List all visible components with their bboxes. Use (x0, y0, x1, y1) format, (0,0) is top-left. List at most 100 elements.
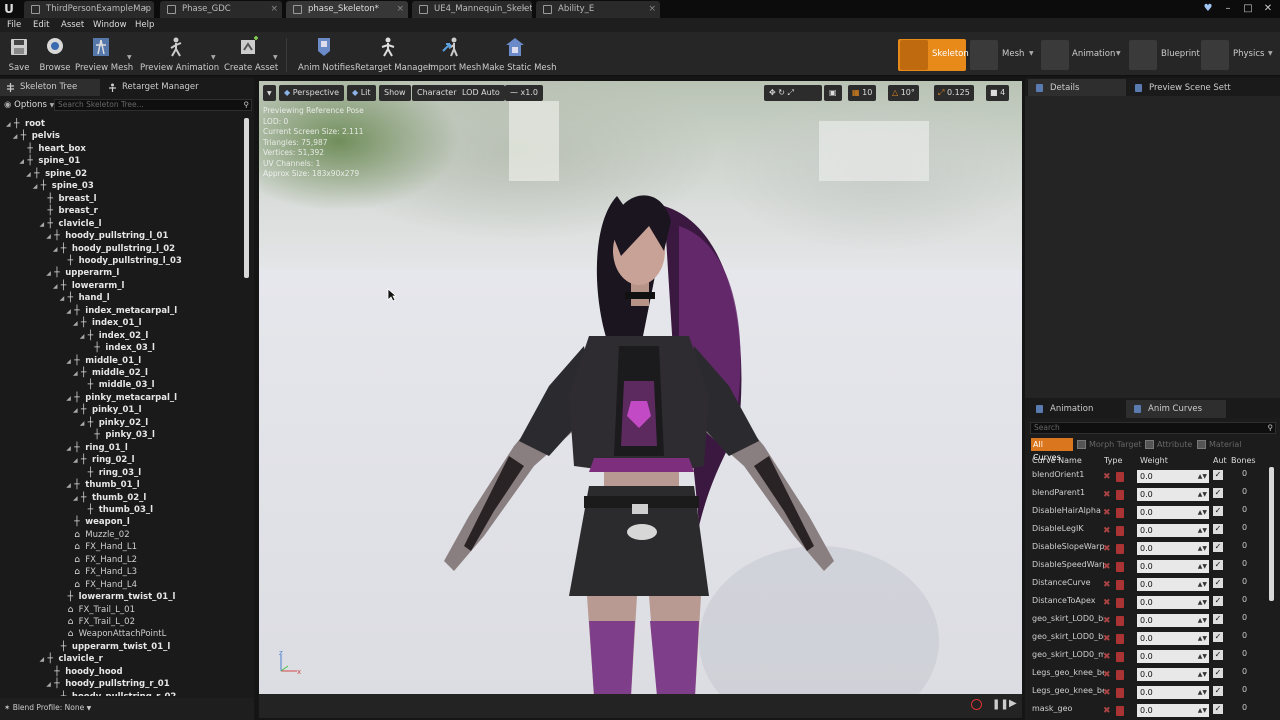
tab-details[interactable]: Details (1028, 79, 1126, 97)
chevron-down-icon[interactable]: ▼ (273, 54, 278, 61)
filter-attribute[interactable]: Attribute (1145, 438, 1192, 451)
preview-animation-button[interactable]: Preview Animation (140, 34, 219, 76)
curve-row[interactable]: geo_skirt_LOD0_bi ✖ 0.0 ▲▼ ✓ 0 (1030, 629, 1270, 647)
bone-row[interactable]: ◢ ┼ spine_03 (33, 180, 94, 192)
chevron-down-icon[interactable]: ▼ (1029, 50, 1034, 57)
bone-row[interactable]: ◢ ┼ hoody_pullstring_r_01 (46, 678, 169, 690)
bone-row[interactable]: ◢ ┼ hand_l (60, 292, 110, 304)
retarget-manager-button[interactable]: Retarget Manager (355, 34, 432, 76)
bone-row[interactable]: ◢ ┼ clavicle_l (40, 218, 102, 230)
chevron-down-icon[interactable]: ▼ (211, 54, 216, 61)
weight-field[interactable]: 0.0 ▲▼ (1137, 542, 1209, 555)
curve-row[interactable]: DisableLegIK ✖ 0.0 ▲▼ ✓ 0 (1030, 521, 1270, 539)
expand-arrow-icon[interactable]: ◢ (46, 231, 54, 243)
play-icon[interactable]: ▶ (1009, 698, 1017, 709)
bone-row[interactable]: ┼ hoody_hood (46, 666, 122, 678)
bone-row[interactable]: ◢ ┼ index_01_l (73, 317, 142, 329)
curve-row[interactable]: blendOrient1 ✖ 0.0 ▲▼ ✓ 0 (1030, 467, 1270, 485)
curves-search-input[interactable]: Search ⚲ (1030, 422, 1276, 434)
socket-row[interactable]: ⌂ FX_Hand_L1 (66, 541, 137, 553)
bone-row[interactable]: ┼ pinky_03_l (86, 429, 155, 441)
auto-checkbox[interactable]: ✓ (1213, 614, 1223, 624)
bone-row[interactable]: ◢ ┼ middle_01_l (66, 355, 141, 367)
character-button[interactable]: Character (412, 85, 462, 101)
expand-arrow-icon[interactable]: ◢ (73, 405, 81, 417)
auto-checkbox[interactable]: ✓ (1213, 686, 1223, 696)
auto-checkbox[interactable]: ✓ (1213, 632, 1223, 642)
close-window-button[interactable]: ✕ (1260, 1, 1276, 16)
curve-row[interactable]: Legs_geo_knee_be ✖ 0.0 ▲▼ ✓ 0 (1030, 665, 1270, 683)
bone-row[interactable]: ┼ index_03_l (86, 342, 155, 354)
auto-checkbox[interactable]: ✓ (1213, 596, 1223, 606)
chevron-down-icon[interactable]: ▼ (1116, 50, 1121, 57)
tab-preview-scene-settings[interactable]: Preview Scene Sett (1127, 79, 1247, 97)
weight-field[interactable]: 0.0 ▲▼ (1137, 560, 1209, 573)
auto-checkbox[interactable]: ✓ (1213, 542, 1223, 552)
skeleton-search-input[interactable]: Search Skeleton Tree... ⚲ (54, 99, 252, 111)
bone-row[interactable]: ◢ ┼ index_metacarpal_l (66, 305, 177, 317)
bone-row[interactable]: ◢ ┼ index_02_l (80, 330, 149, 342)
expand-arrow-icon[interactable]: ◢ (46, 268, 54, 280)
menu-help[interactable]: Help (135, 19, 154, 32)
expand-arrow-icon[interactable]: ◢ (40, 654, 48, 666)
bone-row[interactable]: ◢ ┼ clavicle_r (40, 653, 103, 665)
bone-row[interactable]: ┼ heart_box (19, 143, 85, 155)
filter-morph-target[interactable]: Morph Target (1077, 438, 1142, 451)
filter-all-curves[interactable]: All Curves (1031, 438, 1073, 462)
expand-arrow-icon[interactable]: ◢ (13, 131, 21, 143)
bone-row[interactable]: ◢ ┼ thumb_02_l (73, 492, 146, 504)
auto-checkbox[interactable]: ✓ (1213, 506, 1223, 516)
curve-row[interactable]: DisableHairAlpha ✖ 0.0 ▲▼ ✓ 0 (1030, 503, 1270, 521)
mode-skeleton[interactable]: Skeleton (898, 39, 969, 71)
tab-phase-gdc[interactable]: Phase_GDC × (160, 1, 282, 18)
expand-arrow-icon[interactable]: ◢ (53, 244, 61, 256)
column-auto[interactable]: Aut (1213, 455, 1227, 467)
expand-arrow-icon[interactable]: ◢ (80, 331, 88, 343)
bone-row[interactable]: ┼ breast_l (40, 193, 97, 205)
weight-field[interactable]: 0.0 ▲▼ (1137, 686, 1209, 699)
auto-checkbox[interactable]: ✓ (1213, 578, 1223, 588)
weight-field[interactable]: 0.0 ▲▼ (1137, 524, 1209, 537)
options-dropdown[interactable]: ◉ Options ▼ (4, 99, 54, 111)
expand-arrow-icon[interactable]: ◢ (73, 455, 81, 467)
curve-row[interactable]: mask_geo ✖ 0.0 ▲▼ ✓ 0 (1030, 701, 1270, 719)
tab-anim-curves[interactable]: Anim Curves (1126, 400, 1226, 418)
expand-arrow-icon[interactable]: ◢ (46, 679, 54, 691)
bone-row[interactable]: ◢ ┼ spine_01 (19, 155, 80, 167)
socket-row[interactable]: ⌂ FX_Hand_L2 (66, 554, 137, 566)
bone-row[interactable]: ┼ ring_03_l (80, 467, 141, 479)
close-icon[interactable]: × (648, 1, 656, 18)
curves-scrollbar[interactable] (1269, 467, 1274, 601)
expand-arrow-icon[interactable]: ◢ (80, 418, 88, 430)
curve-row[interactable]: Legs_geo_knee_be ✖ 0.0 ▲▼ ✓ 0 (1030, 683, 1270, 701)
minimize-button[interactable]: – (1220, 1, 1236, 16)
socket-row[interactable]: ⌂ FX_Hand_L4 (66, 579, 137, 591)
tab-phase-skeleton[interactable]: phase_Skeleton* × (286, 1, 408, 18)
auto-checkbox[interactable]: ✓ (1213, 560, 1223, 570)
bone-row[interactable]: ◢ ┼ pinky_02_l (80, 417, 149, 429)
tab-retarget-manager[interactable]: Retarget Manager (102, 79, 212, 96)
playrate-button[interactable]: ⁓ x1.0 (505, 85, 544, 101)
column-bones[interactable]: Bones (1231, 455, 1256, 467)
record-icon[interactable] (971, 699, 982, 710)
menu-file[interactable]: File (7, 19, 21, 32)
tab-ue4-mannequin-skeleton[interactable]: UE4_Mannequin_Skeleton*× (412, 1, 532, 18)
chevron-down-icon[interactable]: ▼ (1268, 50, 1273, 57)
camera-speed-button[interactable]: ■ 4 (986, 85, 1010, 101)
curve-row[interactable]: DisableSlopeWarpi ✖ 0.0 ▲▼ ✓ 0 (1030, 539, 1270, 557)
bone-row[interactable]: ┼ lowerarm_twist_01_l (60, 591, 176, 603)
expand-arrow-icon[interactable]: ◢ (73, 368, 81, 380)
expand-arrow-icon[interactable]: ◢ (33, 181, 41, 193)
auto-checkbox[interactable]: ✓ (1213, 524, 1223, 534)
bone-row[interactable]: ◢ ┼ pinky_metacarpal_l (66, 392, 177, 404)
expand-arrow-icon[interactable]: ◢ (53, 281, 61, 293)
chevron-down-icon[interactable]: ▼ (127, 54, 132, 61)
weight-field[interactable]: 0.0 ▲▼ (1137, 506, 1209, 519)
show-button[interactable]: Show (379, 85, 411, 101)
blend-profile-dropdown[interactable]: ✶ Blend Profile: None ▼ (4, 701, 91, 715)
expand-arrow-icon[interactable]: ◢ (73, 493, 81, 505)
weight-field[interactable]: 0.0 ▲▼ (1137, 578, 1209, 591)
lod-button[interactable]: LOD Auto (457, 85, 505, 101)
mode-blueprint[interactable]: Blueprint (1127, 39, 1200, 71)
curve-row[interactable]: DisableSpeedWarp ✖ 0.0 ▲▼ ✓ 0 (1030, 557, 1270, 575)
